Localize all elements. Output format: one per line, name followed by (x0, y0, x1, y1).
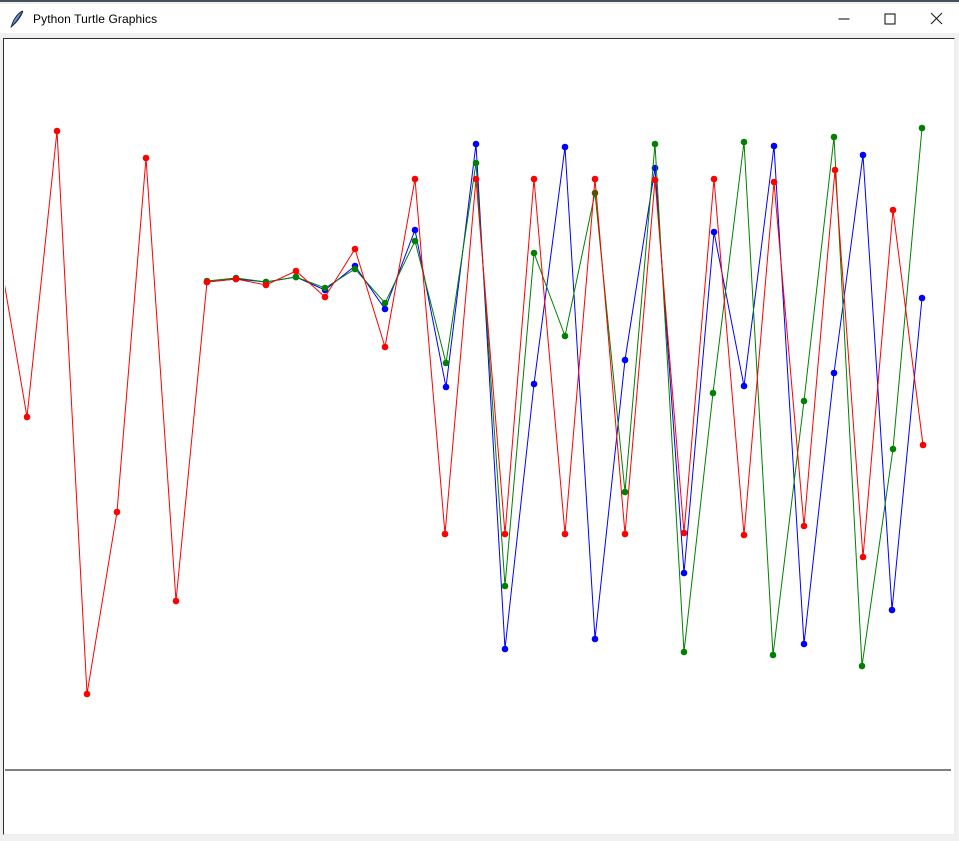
close-icon (930, 12, 943, 25)
title-bar: Python Turtle Graphics (0, 4, 959, 33)
app-window: Python Turtle Graphics (0, 0, 959, 839)
minimize-icon (838, 13, 850, 25)
maximize-button[interactable] (867, 4, 913, 33)
close-button[interactable] (913, 4, 959, 33)
caption-buttons (821, 4, 959, 33)
maximize-icon (884, 13, 896, 25)
window-title: Python Turtle Graphics (33, 12, 157, 26)
minimize-button[interactable] (821, 4, 867, 33)
tk-feather-icon (9, 10, 25, 28)
turtle-canvas[interactable] (3, 38, 955, 835)
